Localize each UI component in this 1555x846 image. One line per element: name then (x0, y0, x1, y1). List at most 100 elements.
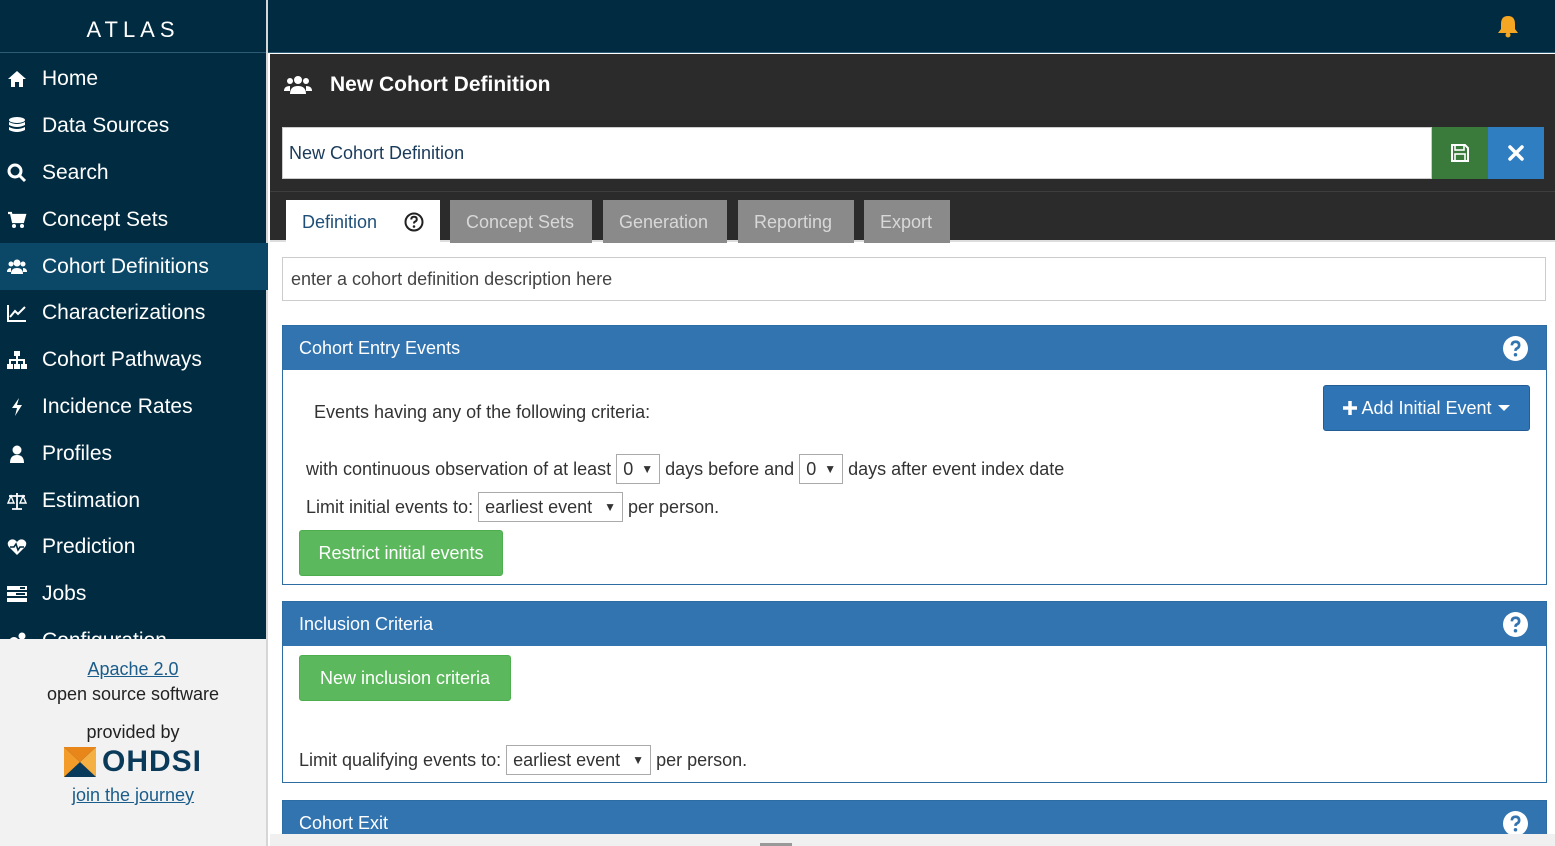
sidebar-item-jobs[interactable]: Jobs (0, 571, 268, 618)
tab-definition[interactable]: Definition (286, 200, 440, 243)
sidebar-item-label: Concept Sets (42, 207, 169, 231)
sidebar-item-incidence-rates[interactable]: Incidence Rates (0, 384, 268, 431)
panel-title: Cohort Entry Events (299, 338, 461, 358)
help-icon[interactable] (1503, 336, 1528, 361)
limit-prefix-text: Limit initial events to: (306, 496, 474, 517)
obs-suffix-text: days after event index date (848, 458, 1065, 479)
oss-text: open source software (46, 684, 220, 704)
tab-label: Export (880, 212, 933, 232)
obs-prefix-text: with continuous observation of at least (306, 458, 612, 479)
panel-title: Cohort Exit (299, 813, 389, 833)
sidebar-item-label: Cohort Pathways (42, 348, 202, 372)
restrict-initial-events-button[interactable]: Restrict initial events (299, 530, 503, 576)
search-icon (5, 162, 29, 184)
save-button[interactable] (1432, 127, 1488, 179)
close-icon (1508, 145, 1524, 161)
save-icon (1451, 144, 1469, 162)
sidebar-item-cohort-pathways[interactable]: Cohort Pathways (0, 337, 268, 384)
sidebar-item-profiles[interactable]: Profiles (0, 430, 268, 477)
caret-down-icon (1497, 405, 1510, 411)
dropdown-caret-icon: ▼ (641, 462, 654, 476)
limit-qualifying-value: earliest event (513, 749, 621, 770)
sidebar-item-label: Profiles (42, 441, 113, 465)
limit-prefix-text: Limit qualifying events to: (299, 749, 502, 770)
join-journey-link[interactable]: join the journey (72, 785, 194, 805)
app-brand[interactable]: ATLAS (0, 0, 266, 53)
tab-label: Concept Sets (466, 212, 575, 232)
limit-initial-value: earliest event (485, 496, 593, 517)
sidebar-item-characterizations[interactable]: Characterizations (0, 290, 268, 337)
tab-label: Generation (619, 212, 709, 232)
sidebar-item-label: Search (42, 160, 109, 184)
obs-middle-text: days before and (665, 458, 795, 479)
cogs-icon (5, 630, 29, 639)
sidebar-item-label: Data Sources (42, 114, 170, 138)
home-icon (5, 68, 29, 90)
days-before-select[interactable]: 0 ▼ (616, 454, 661, 484)
tab-concept-sets[interactable]: Concept Sets (450, 200, 592, 243)
tab-label: Reporting (754, 212, 833, 232)
add-initial-event-button[interactable]: Add Initial Event (1323, 385, 1530, 431)
limit-initial-events-select[interactable]: earliest event ▼ (478, 492, 624, 522)
bell-icon[interactable] (1497, 14, 1519, 38)
sidebar-item-label: Cohort Definitions (42, 254, 209, 278)
days-before-value: 0 (623, 458, 634, 479)
sidebar-item-cohort-definitions[interactable]: Cohort Definitions (0, 243, 268, 290)
sidebar-item-data-sources[interactable]: Data Sources (0, 103, 268, 150)
sidebar-item-label: Home (42, 67, 99, 91)
tab-generation[interactable]: Generation (603, 200, 727, 243)
description-field[interactable]: enter a cohort definition description he… (282, 257, 1546, 301)
sidebar-footer: Apache 2.0 open source software provided… (0, 639, 266, 846)
ohdsi-wordmark: OHDSI (101, 745, 202, 778)
page-title: New Cohort Definition (330, 73, 551, 96)
license-link[interactable]: Apache 2.0 (87, 659, 178, 679)
heartbeat-icon (5, 536, 29, 558)
provided-by-text: provided by (86, 722, 180, 742)
sidebar-item-configuration[interactable]: Configuration (0, 618, 268, 639)
sidebar-nav: Home Data Sources Search Concept Sets Co… (0, 56, 268, 639)
bolt-icon (5, 396, 29, 418)
criteria-text: Events having any of the following crite… (314, 402, 651, 422)
sidebar-item-label: Estimation (42, 488, 141, 512)
sidebar-item-concept-sets[interactable]: Concept Sets (0, 196, 268, 243)
sidebar-item-home[interactable]: Home (0, 56, 268, 103)
line-chart-icon (5, 302, 29, 324)
tab-label: Definition (302, 212, 378, 232)
panel-header: Inclusion Criteria (283, 602, 1546, 646)
sidebar-item-prediction[interactable]: Prediction (0, 524, 268, 571)
help-circle-icon[interactable] (404, 212, 424, 232)
tab-reporting[interactable]: Reporting (738, 200, 854, 243)
plus-icon (1343, 401, 1358, 415)
help-icon[interactable] (1503, 612, 1528, 637)
inclusion-criteria-panel: Inclusion Criteria New inclusion criteri… (282, 601, 1547, 783)
limit-suffix-text: per person. (656, 749, 748, 770)
dropdown-caret-icon: ▼ (632, 753, 645, 767)
days-after-value: 0 (806, 458, 817, 479)
add-initial-event-label: Add Initial Event (1361, 397, 1492, 418)
sidebar-item-estimation[interactable]: Estimation (0, 477, 268, 524)
panel-header: Cohort Entry Events (283, 326, 1546, 370)
tab-bar: Definition Concept Sets Generation Repor… (270, 191, 1555, 243)
help-icon[interactable] (1503, 811, 1528, 834)
database-icon (5, 115, 29, 137)
balance-scale-icon (5, 490, 29, 512)
sidebar-item-label: Incidence Rates (42, 394, 193, 418)
sidebar: ATLAS Home Data Sources Search Concept S… (0, 0, 268, 846)
limit-qualifying-events-row: Limit qualifying events to: earliest eve… (299, 745, 747, 775)
tasks-icon (5, 583, 29, 605)
new-inclusion-criteria-button[interactable]: New inclusion criteria (299, 655, 511, 701)
days-after-select[interactable]: 0 ▼ (799, 454, 844, 484)
user-icon (5, 443, 29, 465)
ohdsi-logo: OHDSI (0, 745, 266, 779)
sidebar-item-search[interactable]: Search (0, 150, 268, 197)
cohort-name-input[interactable] (282, 127, 1432, 179)
limit-qualifying-events-select[interactable]: earliest event ▼ (506, 745, 652, 775)
sidebar-item-label: Configuration (42, 629, 167, 639)
close-button[interactable] (1488, 127, 1544, 179)
sidebar-item-label: Characterizations (42, 301, 206, 325)
tab-export[interactable]: Export (864, 200, 950, 243)
sitemap-icon (5, 349, 29, 371)
ohdsi-mark-icon (63, 747, 96, 777)
observation-window-row: with continuous observation of at least … (306, 454, 1064, 484)
users-icon (284, 76, 312, 94)
